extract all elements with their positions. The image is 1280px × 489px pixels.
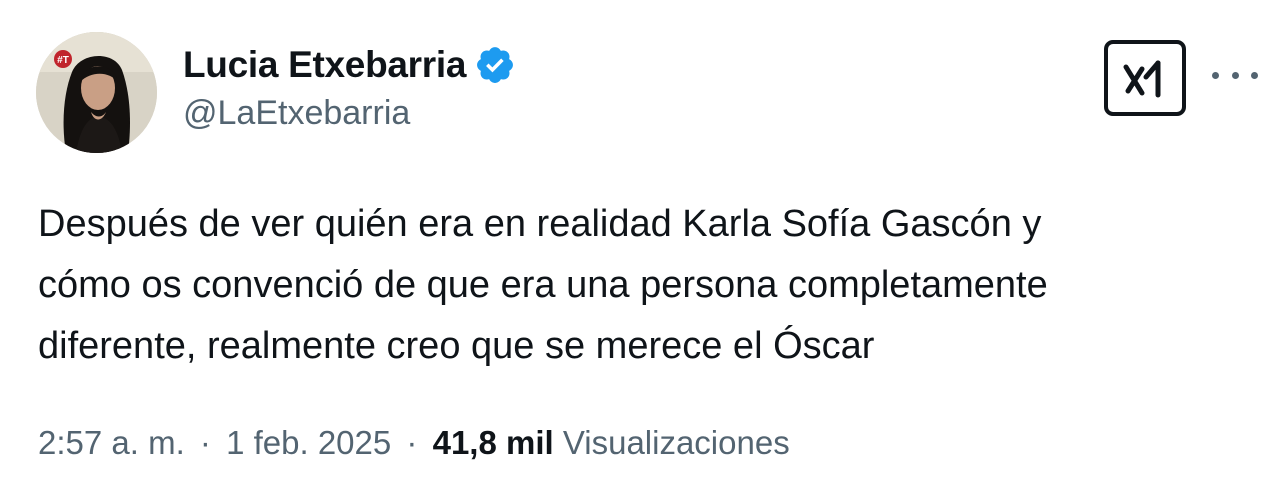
views-count[interactable]: 41,8 mil (433, 424, 554, 461)
more-horizontal-icon (1251, 71, 1258, 79)
more-options-button[interactable] (1212, 60, 1258, 90)
meta-separator: · (406, 424, 418, 461)
user-info: Lucia Etxebarria @LaEtxebarria (183, 40, 516, 133)
tweet-text-line: Después de ver quién era en realidad Kar… (38, 203, 1042, 245)
tweet-text: Después de ver quién era en realidad Kar… (38, 194, 1258, 377)
more-horizontal-icon (1212, 71, 1219, 79)
avatar[interactable]: #T (36, 32, 157, 153)
meta-separator: · (199, 424, 211, 461)
display-name[interactable]: Lucia Etxebarria (183, 44, 466, 86)
profile-photo-icon: #T (36, 32, 157, 153)
user-handle[interactable]: @LaEtxebarria (183, 94, 516, 133)
name-row: Lucia Etxebarria (183, 40, 516, 90)
tweet-text-line: cómo os convenció de que era una persona… (38, 264, 1048, 306)
grok-button[interactable] (1104, 40, 1186, 116)
more-horizontal-icon (1231, 71, 1239, 79)
tweet-card: #T Lucia Etxebarria @LaEtxebarria Despué… (0, 0, 1280, 489)
tweet-text-line: diferente, realmente creo que se merece … (38, 325, 875, 367)
tweet-time[interactable]: 2:57 a. m. (38, 424, 185, 461)
grok-icon (1123, 60, 1161, 98)
verified-badge-icon[interactable] (474, 44, 516, 86)
svg-text:#T: #T (57, 55, 69, 66)
views-label: Visualizaciones (562, 424, 790, 461)
tweet-date[interactable]: 1 feb. 2025 (226, 424, 391, 461)
tweet-meta: 2:57 a. m. · 1 feb. 2025 · 41,8 mil Visu… (38, 418, 790, 468)
